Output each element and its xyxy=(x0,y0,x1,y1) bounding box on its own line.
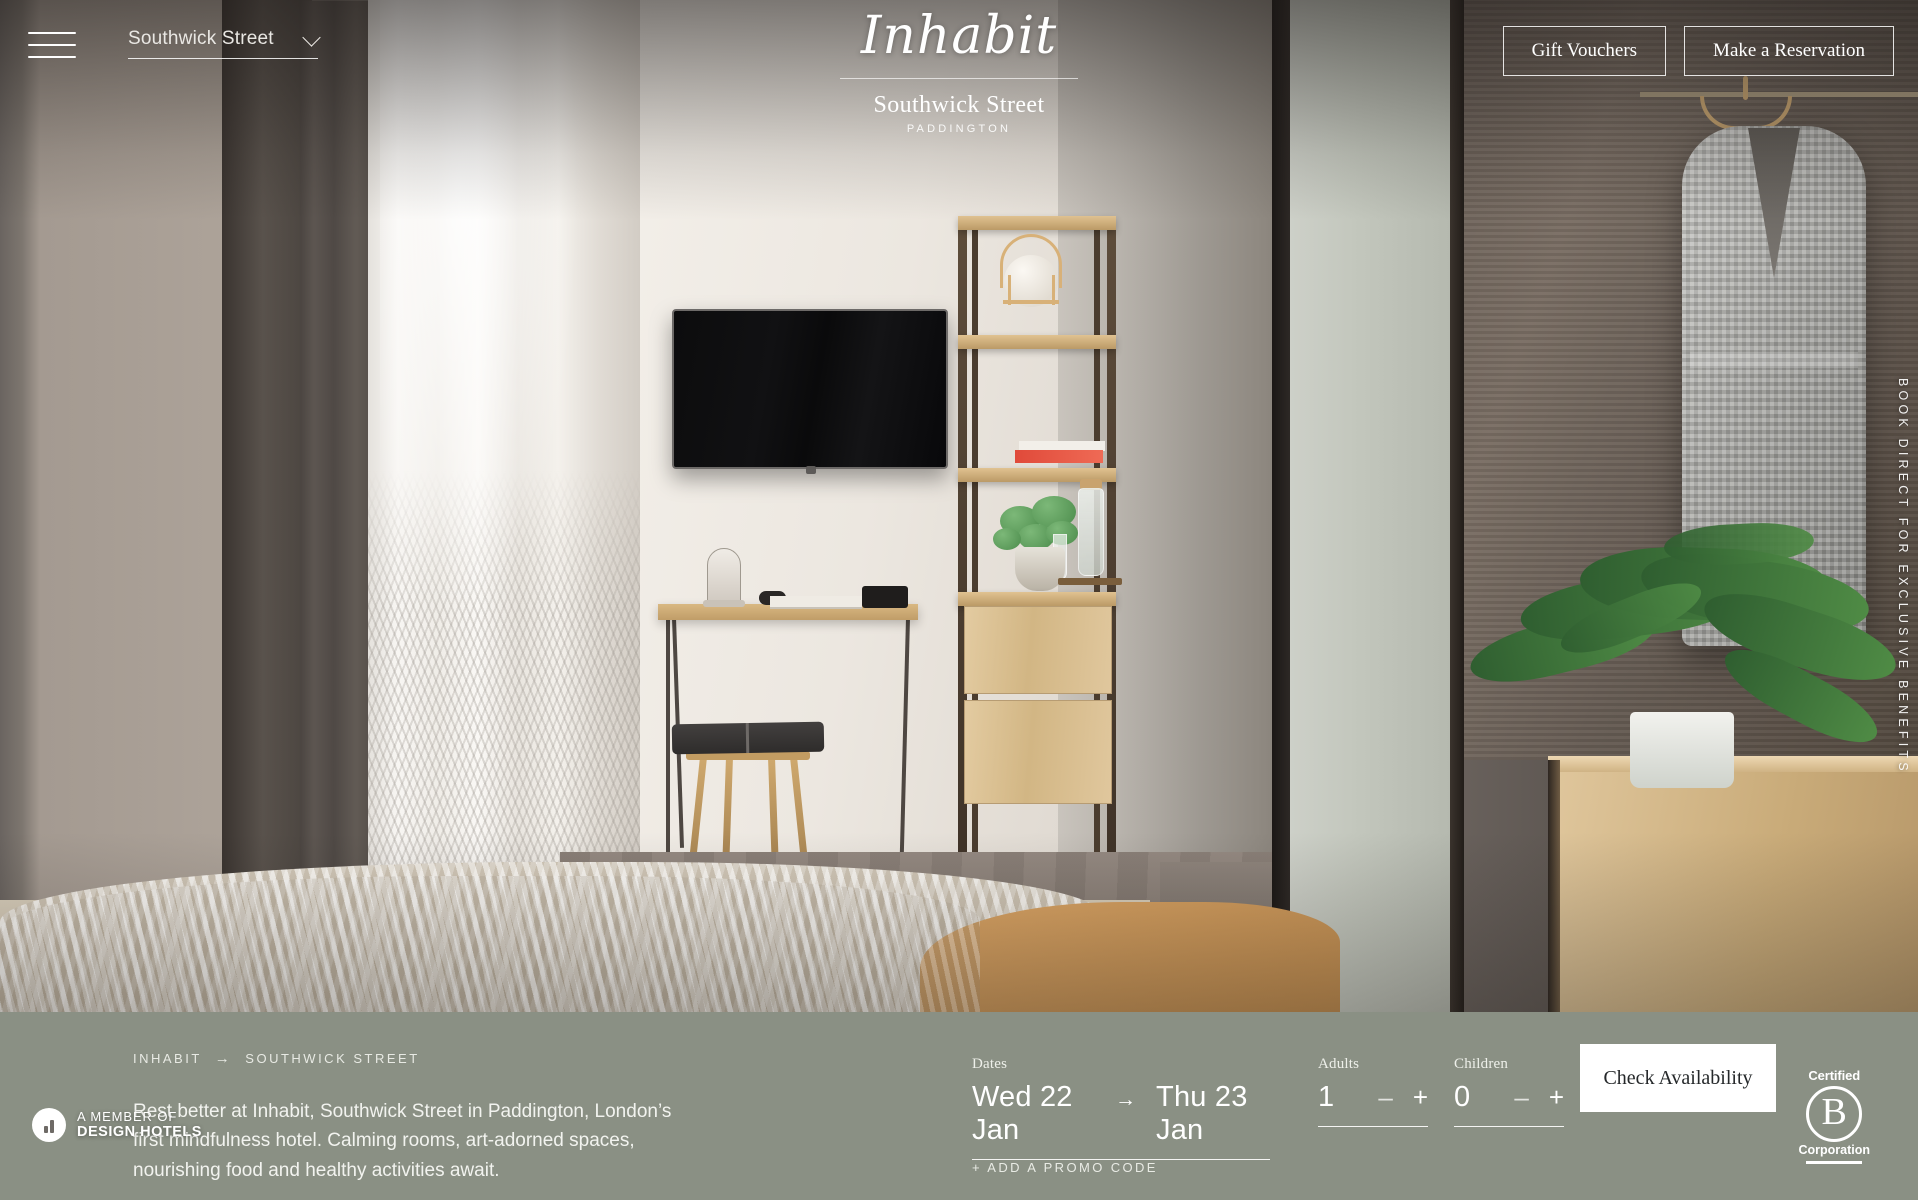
shelf-board xyxy=(958,592,1116,606)
dates-label: Dates xyxy=(972,1056,1008,1072)
desk-telephone xyxy=(862,586,908,608)
book-direct-tagline: BOOK DIRECT FOR EXCLUSIVE BENEFITS xyxy=(1896,378,1910,775)
adults-stepper: 1 – + xyxy=(1318,1081,1428,1126)
bottom-gradient-overlay xyxy=(0,832,1918,1012)
hamburger-bar xyxy=(28,32,76,34)
b-corp-certified-label: Certified xyxy=(1808,1068,1861,1083)
header-actions: Gift Vouchers Make a Reservation xyxy=(1502,26,1894,76)
children-value: 0 xyxy=(1454,1081,1471,1113)
shelf-tray xyxy=(1058,578,1122,585)
children-stepper-controls: – + xyxy=(1514,1084,1564,1110)
dates-field[interactable]: Dates Wed 22 Jan → Thu 23 Jan xyxy=(972,1056,1270,1160)
hamburger-bar xyxy=(28,56,76,58)
children-field: Children 0 – + xyxy=(1454,1056,1564,1127)
plant-leaf xyxy=(993,528,1021,550)
hero-room-photo xyxy=(0,0,1918,1012)
breadcrumb-property[interactable]: SOUTHWICK STREET xyxy=(245,1051,419,1066)
b-corp-badge: Certified B Corporation xyxy=(1798,1068,1870,1164)
design-hotels-line2: DESIGN HOTELS xyxy=(77,1124,202,1141)
adults-increment-button[interactable]: + xyxy=(1413,1084,1428,1110)
desk-lamp-base xyxy=(703,600,745,607)
breadcrumb-arrow-icon: → xyxy=(214,1050,233,1067)
adults-value: 1 xyxy=(1318,1081,1335,1113)
hotel-selector-value: Southwick Street xyxy=(128,28,274,49)
breadcrumb: INHABIT → SOUTHWICK STREET xyxy=(133,1050,753,1067)
design-hotels-text: A MEMBER OF DESIGN HOTELS xyxy=(77,1108,202,1141)
design-hotels-badge: A MEMBER OF DESIGN HOTELS xyxy=(32,1108,202,1142)
gift-vouchers-button[interactable]: Gift Vouchers xyxy=(1502,26,1667,76)
check-in-date[interactable]: Wed 22 Jan xyxy=(972,1081,1093,1147)
chevron-down-icon xyxy=(302,27,321,47)
shelf-water-bottle xyxy=(1078,488,1104,576)
inhabit-logo: Inhabit xyxy=(860,6,1058,66)
breadcrumb-brand[interactable]: INHABIT xyxy=(133,1051,202,1066)
site-header: Southwick Street Inhabit Southwick Stree… xyxy=(0,0,1918,135)
hamburger-bar xyxy=(28,44,76,46)
adults-field: Adults 1 – + xyxy=(1318,1056,1428,1127)
children-underline: 0 – + xyxy=(1454,1081,1564,1127)
booking-bar-intro: INHABIT → SOUTHWICK STREET Rest better a… xyxy=(133,1050,753,1185)
shelf-lamp-base xyxy=(1003,300,1059,304)
desk-lamp xyxy=(707,548,741,606)
desk-leg xyxy=(666,618,670,868)
adults-underline: 1 – + xyxy=(1318,1081,1428,1127)
shelf-plant-pot xyxy=(1015,547,1065,591)
adults-label: Adults xyxy=(1318,1056,1360,1072)
children-decrement-button[interactable]: – xyxy=(1514,1084,1528,1110)
adults-stepper-controls: – + xyxy=(1378,1084,1428,1110)
b-corp-letter: B xyxy=(1821,1091,1847,1133)
shelf-cabinet-drawer xyxy=(964,700,1112,804)
design-hotels-line1: A MEMBER OF xyxy=(77,1108,178,1124)
b-corp-corporation-label: Corporation xyxy=(1798,1143,1870,1157)
shelf-cabinet-drawer xyxy=(964,606,1112,694)
dates-underline: Wed 22 Jan → Thu 23 Jan xyxy=(972,1081,1270,1160)
property-location: PADDINGTON xyxy=(906,123,1012,136)
children-label: Children xyxy=(1454,1056,1509,1072)
brand-lockup[interactable]: Inhabit Southwick Street PADDINGTON xyxy=(749,10,1169,135)
children-increment-button[interactable]: + xyxy=(1549,1084,1564,1110)
add-promo-code-link[interactable]: + ADD A PROMO CODE xyxy=(972,1160,1158,1175)
check-availability-button[interactable]: Check Availability xyxy=(1580,1044,1776,1112)
dates-values: Wed 22 Jan → Thu 23 Jan xyxy=(972,1081,1270,1159)
property-description: Rest better at Inhabit, Southwick Street… xyxy=(133,1101,672,1181)
bathrobe-belt xyxy=(1690,352,1858,368)
desk-notepad xyxy=(770,596,862,609)
property-name: Southwick Street xyxy=(873,92,1045,118)
hamburger-menu-icon[interactable] xyxy=(28,32,76,62)
check-out-date[interactable]: Thu 23 Jan xyxy=(1156,1081,1270,1147)
design-hotels-mark-icon xyxy=(32,1108,66,1142)
make-reservation-button[interactable]: Make a Reservation xyxy=(1684,26,1894,76)
booking-form: Dates Wed 22 Jan → Thu 23 Jan Adults 1 – xyxy=(972,1056,1564,1160)
fern-pot xyxy=(1630,712,1734,788)
page-root: Southwick Street Inhabit Southwick Stree… xyxy=(0,0,1918,1200)
brand-divider xyxy=(840,78,1078,79)
wall-television xyxy=(672,309,948,469)
b-corp-circle-icon: B xyxy=(1806,1086,1863,1142)
children-stepper: 0 – + xyxy=(1454,1081,1564,1126)
shelf-board xyxy=(958,335,1116,349)
hotel-selector-dropdown[interactable]: Southwick Street xyxy=(128,27,321,59)
stool-seat xyxy=(671,721,825,755)
b-corp-underline xyxy=(1806,1161,1863,1164)
adults-decrement-button[interactable]: – xyxy=(1378,1084,1392,1110)
shelf-book-red xyxy=(1015,450,1103,463)
television-logo xyxy=(806,466,816,474)
date-range-arrow-icon: → xyxy=(1115,1088,1137,1111)
